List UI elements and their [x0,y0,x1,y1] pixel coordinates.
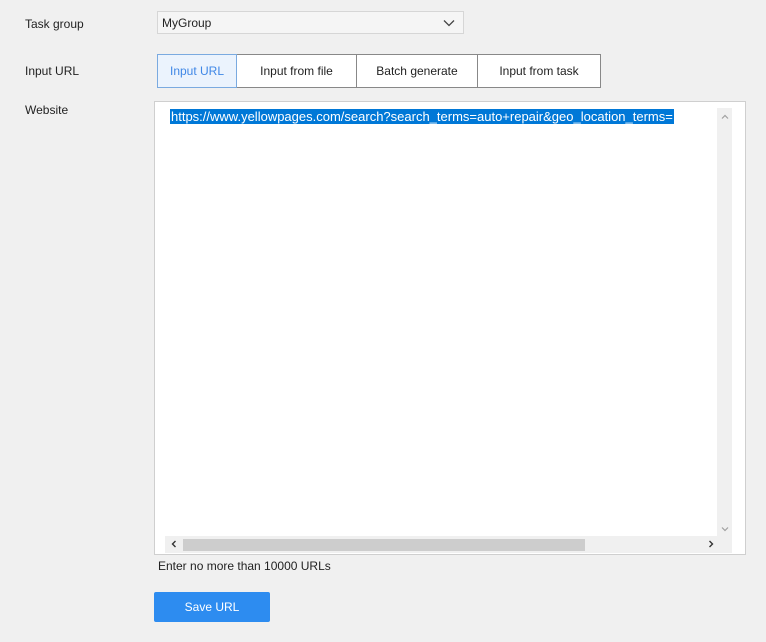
scrollbar-corner [717,536,732,553]
url-text[interactable]: https://www.yellowpages.com/search?searc… [170,108,716,125]
input-url-label: Input URL [25,64,80,78]
scroll-left-icon[interactable] [170,540,178,548]
horizontal-scrollbar[interactable] [165,536,720,553]
input-mode-tabs: Input URL Input from file Batch generate… [157,54,601,88]
task-group-value: MyGroup [162,16,212,30]
vertical-scrollbar[interactable] [717,108,732,538]
chevron-down-icon [443,20,455,27]
scroll-right-icon[interactable] [707,540,715,548]
horizontal-scroll-thumb[interactable] [183,539,585,551]
tab-input-from-file[interactable]: Input from file [237,54,357,88]
scroll-up-icon[interactable] [721,113,729,121]
task-group-label: Task group [25,17,84,31]
tab-input-from-task[interactable]: Input from task [478,54,601,88]
url-textarea[interactable]: https://www.yellowpages.com/search?searc… [154,101,746,555]
scroll-down-icon[interactable] [721,525,729,533]
task-group-select[interactable]: MyGroup [157,11,464,34]
tab-batch-generate[interactable]: Batch generate [357,54,478,88]
website-label: Website [25,103,69,117]
url-selected-text: https://www.yellowpages.com/search?searc… [170,109,674,124]
tab-input-url[interactable]: Input URL [157,54,237,88]
save-url-button[interactable]: Save URL [154,592,270,622]
url-limit-hint: Enter no more than 10000 URLs [158,559,331,573]
